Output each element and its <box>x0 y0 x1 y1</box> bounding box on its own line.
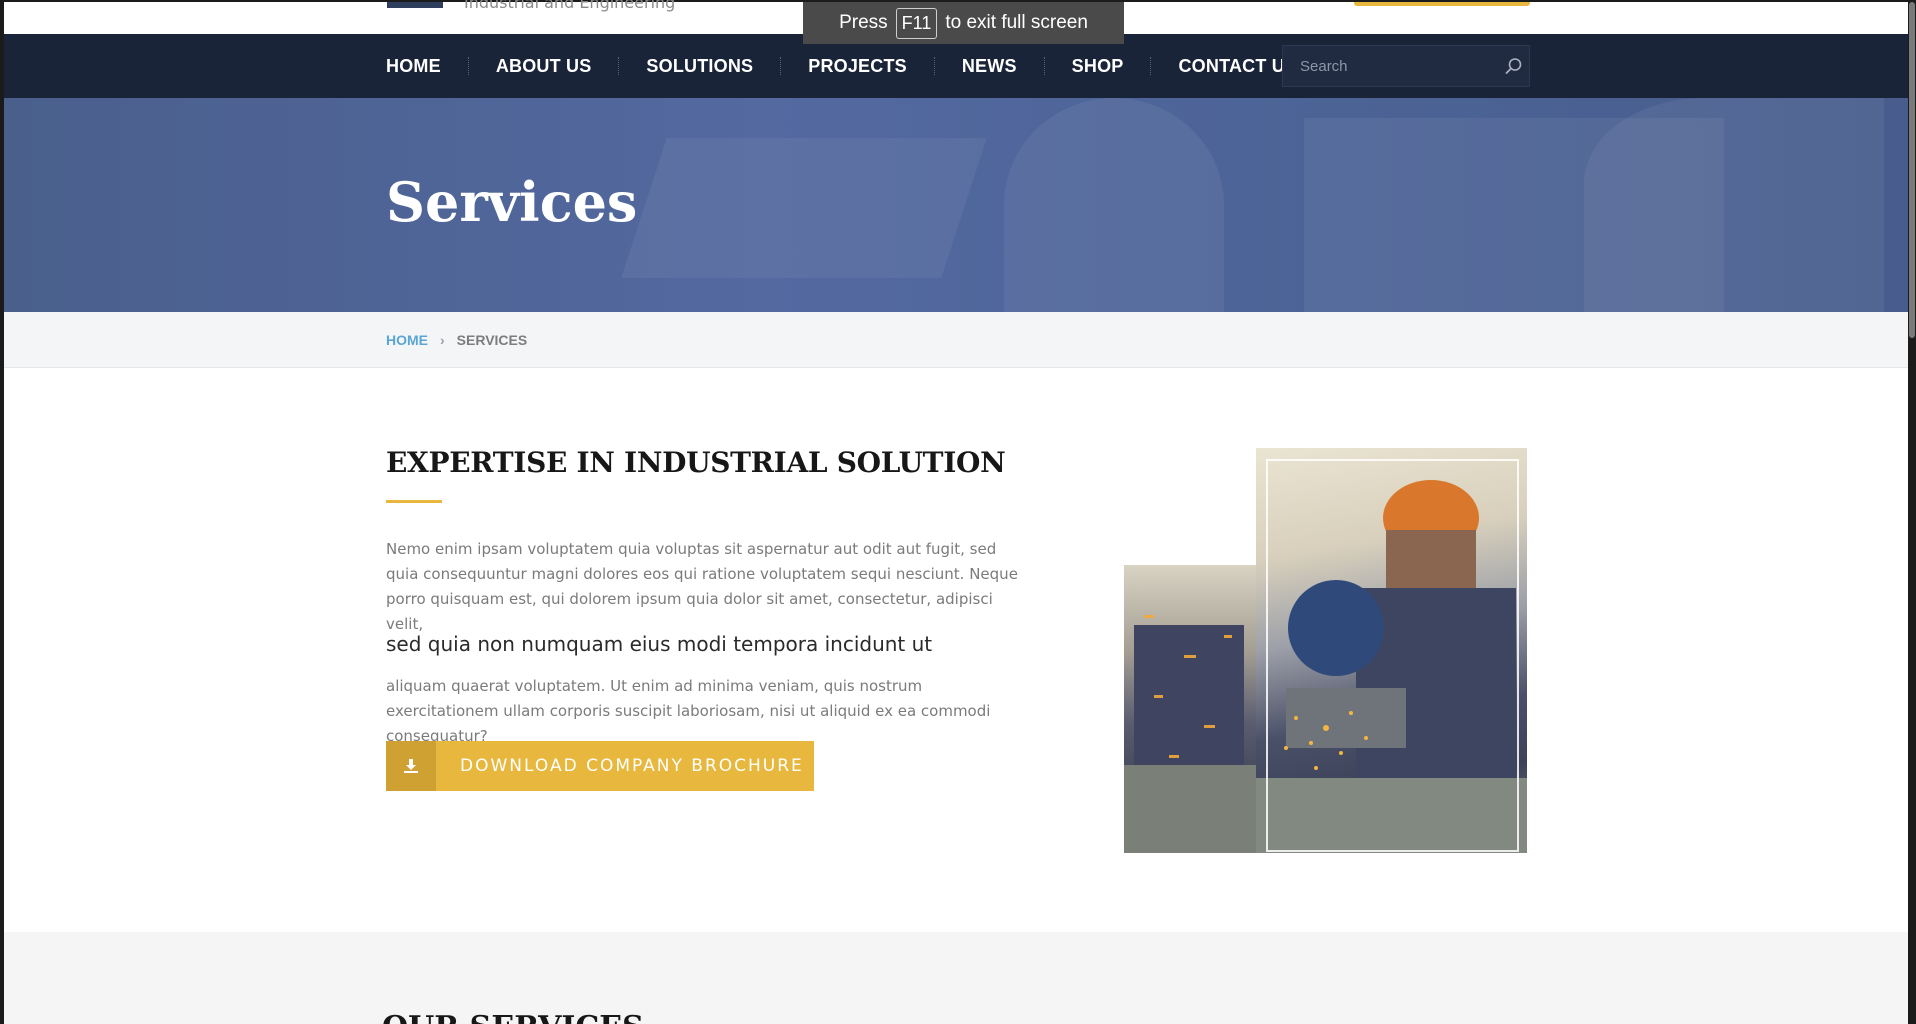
nav-item-contact-us[interactable]: CONTACT US <box>1178 56 1297 77</box>
scrollbar-thumb[interactable] <box>1909 2 1915 338</box>
lead-text: sed quia non numquam eius modi tempora i… <box>386 632 933 656</box>
nav-item-home[interactable]: HOME <box>386 56 441 77</box>
fullscreen-notice-key: F11 <box>895 7 938 39</box>
fullscreen-notice-prefix: Press <box>839 12 888 33</box>
fullscreen-notice: Press F11 to exit full screen <box>803 2 1124 44</box>
hero-background-shape <box>1584 98 1884 312</box>
breadcrumb-home-link[interactable]: HOME <box>386 332 428 348</box>
nav-item-news[interactable]: NEWS <box>962 56 1017 77</box>
nav-separator <box>1043 57 1045 75</box>
page-hero: Services <box>4 98 1908 312</box>
download-brochure-label: DOWNLOAD COMPANY BROCHURE <box>460 756 804 776</box>
worker-photo-left <box>1124 565 1256 853</box>
site-logo[interactable] <box>387 2 443 8</box>
fullscreen-notice-suffix: to exit full screen <box>945 12 1088 33</box>
services-section <box>4 932 1908 1024</box>
scrollbar-track[interactable] <box>1908 0 1916 1024</box>
services-section-title: OUR SERVICES <box>382 1010 644 1024</box>
header-cta-button[interactable] <box>1354 2 1530 6</box>
breadcrumb-bar: HOME › SERVICES <box>4 312 1908 368</box>
nav-separator <box>933 57 935 75</box>
title-underline <box>386 500 442 503</box>
nav-separator <box>467 57 469 75</box>
page-title: Services <box>386 170 638 234</box>
nav-item-shop[interactable]: SHOP <box>1072 56 1124 77</box>
search-input[interactable] <box>1283 46 1499 86</box>
nav-item-projects[interactable]: PROJECTS <box>808 56 907 77</box>
nav-item-about-us[interactable]: ABOUT US <box>496 56 592 77</box>
hero-background-shape <box>1004 98 1224 312</box>
download-icon <box>386 741 436 791</box>
section-title: EXPERTISE IN INDUSTRIAL SOLUTION <box>386 446 1006 479</box>
detail-paragraph: aliquam quaerat voluptatem. Ut enim ad m… <box>386 677 991 745</box>
breadcrumb-separator: › <box>440 332 445 348</box>
site-tagline: Industrial and Engineering <box>464 0 676 12</box>
nav-separator <box>618 57 620 75</box>
search-icon[interactable] <box>1499 45 1529 87</box>
nav-item-solutions[interactable]: SOLUTIONS <box>646 56 753 77</box>
intro-paragraph: Nemo enim ipsam voluptatem quia voluptas… <box>386 540 1018 633</box>
photo-frame-outline <box>1266 459 1519 852</box>
nav-separator <box>1150 57 1152 75</box>
hero-background-shape <box>621 138 987 278</box>
download-brochure-button[interactable]: DOWNLOAD COMPANY BROCHURE <box>386 741 814 791</box>
breadcrumb-current: SERVICES <box>456 332 528 348</box>
nav-separator <box>780 57 782 75</box>
breadcrumb: HOME › SERVICES <box>386 312 527 368</box>
search-box <box>1282 45 1530 87</box>
